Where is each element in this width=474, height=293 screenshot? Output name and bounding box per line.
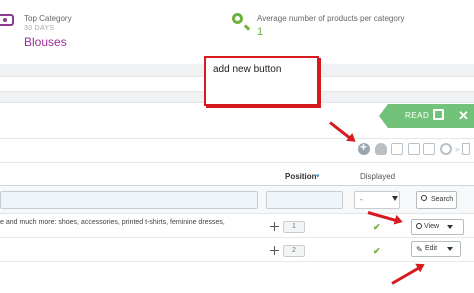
table-row: [0, 238, 474, 262]
trash-icon[interactable]: [462, 143, 470, 155]
refresh-icon[interactable]: [440, 143, 452, 155]
position-chip: 2: [283, 245, 305, 257]
filter-position-input[interactable]: [266, 191, 343, 209]
toolbar-divider: [0, 138, 474, 139]
search-icon: [232, 13, 243, 24]
money-icon: [0, 14, 14, 26]
search-icon: [416, 223, 422, 229]
kpi-strip: [0, 0, 474, 64]
external-link-icon[interactable]: [433, 109, 444, 120]
add-new-icon[interactable]: [358, 140, 370, 155]
position-chip: 1: [283, 221, 305, 233]
check-icon[interactable]: ✔: [373, 246, 381, 257]
close-icon[interactable]: ✕: [458, 108, 469, 124]
chevron-down-icon[interactable]: [447, 247, 453, 251]
drag-handle-icon[interactable]: [270, 246, 279, 255]
kpi-top-category-value[interactable]: Blouses: [24, 35, 67, 49]
read-label: READ: [405, 111, 430, 120]
table-header-top-border: [0, 162, 474, 163]
check-icon[interactable]: ✔: [373, 222, 381, 233]
filter-description-input[interactable]: [0, 191, 258, 209]
drag-handle-icon[interactable]: [270, 222, 279, 231]
kpi-avg-products-value: 1: [257, 26, 264, 38]
annotation-text: add new button: [213, 64, 282, 75]
row-description: e and much more: shoes, accessories, pri…: [0, 219, 225, 226]
edit-button-label: Edit: [425, 245, 438, 252]
chevron-down-icon[interactable]: [447, 225, 453, 229]
kpi-top-category-period: 30 DAYS: [24, 25, 55, 32]
kpi-avg-products-label: Average number of products per category: [257, 14, 405, 23]
column-header-displayed: Displayed: [360, 172, 396, 181]
search-icon: [421, 195, 427, 201]
chevron-down-icon: [392, 196, 398, 201]
edit-icon[interactable]: [391, 143, 403, 155]
image-icon[interactable]: [423, 143, 435, 155]
pencil-icon: ✎: [416, 245, 423, 254]
column-header-position[interactable]: Position: [285, 172, 317, 181]
search-button-label: Search: [431, 196, 454, 203]
export-icon[interactable]: [408, 143, 420, 155]
kpi-top-category-label: Top Category: [24, 14, 72, 23]
cloud-upload-icon[interactable]: [375, 143, 387, 155]
sort-caret-icon[interactable]: ▾: [316, 172, 320, 180]
view-button-label: View: [424, 223, 440, 230]
